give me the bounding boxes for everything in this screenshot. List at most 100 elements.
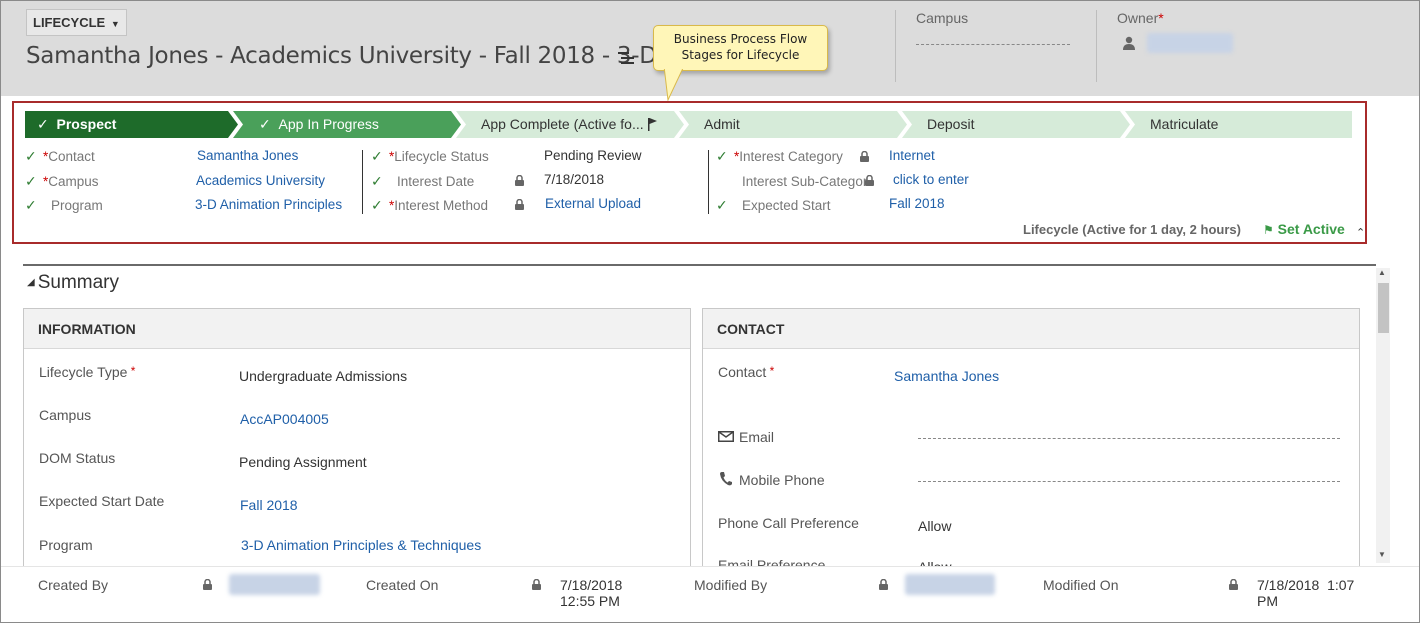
email-label: Email (739, 429, 775, 445)
expected-start-date-value[interactable]: Fall 2018 (240, 497, 298, 513)
bpf-callout: Business Process Flow Stages for Lifecyc… (653, 25, 828, 71)
program-value[interactable]: 3-D Animation Principles & Techniques (241, 537, 481, 553)
campus-value[interactable]: AccAP004005 (240, 411, 329, 427)
flag-icon (648, 118, 657, 131)
stage-prospect[interactable]: ✓ Prospect (25, 111, 238, 138)
bpf-column-divider (362, 150, 363, 214)
mobile-phone-label: Mobile Phone (739, 472, 825, 488)
checkmark-icon: ✓ (259, 116, 271, 132)
stage-app-in-progress[interactable]: ✓ App In Progress (233, 111, 461, 138)
bpf-interest-date-label: Interest Date (397, 174, 475, 189)
set-active-button[interactable]: ⚑ Set Active (1263, 221, 1345, 237)
record-list-icon[interactable] (618, 52, 634, 64)
callout-pointer (663, 66, 685, 102)
lock-icon (515, 199, 524, 210)
bpf-expected-start-label: Expected Start (742, 198, 831, 213)
process-status-text: Lifecycle (Active for 1 day, 2 hours) (1023, 222, 1241, 237)
stage-label: Prospect (56, 116, 117, 132)
bpf-lifecycle-status-value[interactable]: Pending Review (544, 148, 642, 163)
required-mark: * (1158, 10, 1164, 26)
checkmark-icon: ✓ (716, 197, 728, 213)
set-active-label: Set Active (1277, 221, 1345, 237)
summary-section-toggle[interactable]: ◢ Summary (27, 272, 119, 294)
bpf-contact-label: *Contact (43, 149, 95, 164)
lock-icon (532, 579, 541, 590)
bpf-campus-label: *Campus (43, 174, 99, 189)
lock-icon (865, 175, 874, 186)
stage-deposit[interactable]: Deposit (902, 111, 1130, 138)
checkmark-icon: ✓ (25, 197, 37, 213)
lock-icon (860, 151, 869, 162)
dom-status-label: DOM Status (39, 450, 116, 466)
owner-header-label: Owner* (1117, 10, 1164, 26)
created-on-label: Created On (366, 577, 439, 593)
bpf-lifecycle-status-label: *Lifecycle Status (389, 149, 489, 164)
modified-on-time: 1:07 (1327, 577, 1355, 593)
program-label: Program (39, 537, 93, 553)
phone-call-preference-label: Phone Call Preference (718, 515, 859, 531)
stage-matriculate[interactable]: Matriculate (1125, 111, 1352, 138)
contact-label: Contact * (718, 364, 775, 380)
created-on-value: 7/18/2018 12:55 PM (560, 577, 622, 609)
checkmark-icon: ✓ (25, 173, 37, 189)
lock-icon (1229, 579, 1238, 590)
bpf-interest-method-value[interactable]: External Upload (545, 196, 641, 211)
owner-redacted-value[interactable] (1147, 33, 1233, 53)
header-divider (895, 10, 896, 82)
scrollbar-thumb[interactable] (1378, 283, 1389, 333)
information-heading: INFORMATION (24, 309, 690, 349)
bpf-interest-category-value[interactable]: Internet (889, 148, 935, 163)
checkmark-icon: ✓ (37, 116, 49, 132)
collapse-chevron-icon[interactable]: ⌃ (1356, 226, 1365, 239)
checkmark-icon: ✓ (371, 148, 383, 164)
bpf-campus-value[interactable]: Academics University (196, 173, 325, 188)
modified-by-redacted-value[interactable] (905, 574, 995, 595)
stage-admit[interactable]: Admit (679, 111, 907, 138)
lock-icon (879, 579, 888, 590)
bpf-interest-date-value: 7/18/2018 (544, 172, 605, 187)
stage-label: Admit (704, 116, 740, 132)
campus-header-empty-value[interactable] (916, 44, 1070, 45)
scroll-up-icon[interactable]: ▲ (1378, 268, 1386, 277)
scroll-down-icon[interactable]: ▼ (1378, 550, 1386, 559)
created-on-time: 12:55 PM (560, 593, 620, 609)
bpf-contact-value[interactable]: Samantha Jones (197, 148, 298, 163)
contact-value[interactable]: Samantha Jones (894, 368, 999, 384)
mobile-phone-empty-value[interactable] (918, 481, 1340, 482)
campus-header-label: Campus (916, 10, 969, 26)
lifecycle-type-label: Lifecycle Type * (39, 364, 136, 380)
lifecycle-type-value[interactable]: Undergraduate Admissions (239, 368, 407, 384)
lock-icon (515, 175, 524, 186)
header-divider (1096, 10, 1097, 82)
bpf-interest-category-label: *Interest Category (734, 149, 843, 164)
checkmark-icon: ✓ (716, 148, 728, 164)
information-panel: INFORMATION (23, 308, 691, 568)
dom-status-value[interactable]: Pending Assignment (239, 454, 367, 470)
section-divider (23, 264, 1376, 266)
modified-on-label: Modified On (1043, 577, 1119, 593)
owner-label-text: Owner (1117, 10, 1159, 26)
collapse-triangle-icon: ◢ (27, 277, 35, 289)
caret-down-icon: ▼ (110, 19, 120, 29)
email-empty-value[interactable] (918, 438, 1340, 439)
bpf-column-divider (708, 150, 709, 214)
stage-label: App Complete (Active fo... (481, 116, 644, 132)
record-footer (1, 566, 1419, 622)
created-by-redacted-value[interactable] (229, 574, 320, 595)
lock-icon (203, 579, 212, 590)
entity-selector-button[interactable]: LIFECYCLE ▼ (26, 9, 127, 36)
checkmark-icon: ✓ (371, 197, 383, 213)
phone-call-preference-value[interactable]: Allow (918, 518, 951, 534)
stage-label: Matriculate (1150, 116, 1219, 132)
modified-on-meridiem: PM (1257, 593, 1278, 609)
campus-label: Campus (39, 407, 92, 423)
stage-app-complete[interactable]: App Complete (Active fo... (456, 111, 684, 138)
checkmark-icon: ✓ (371, 173, 383, 189)
checkmark-icon: ✓ (25, 148, 37, 164)
bpf-interest-subcategory-value[interactable]: click to enter (893, 172, 969, 187)
expected-start-date-label: Expected Start Date (39, 493, 165, 509)
stage-label: Deposit (927, 116, 975, 132)
created-by-label: Created By (38, 577, 109, 593)
bpf-expected-start-value[interactable]: Fall 2018 (889, 196, 945, 211)
bpf-program-value[interactable]: 3-D Animation Principles (195, 197, 342, 212)
